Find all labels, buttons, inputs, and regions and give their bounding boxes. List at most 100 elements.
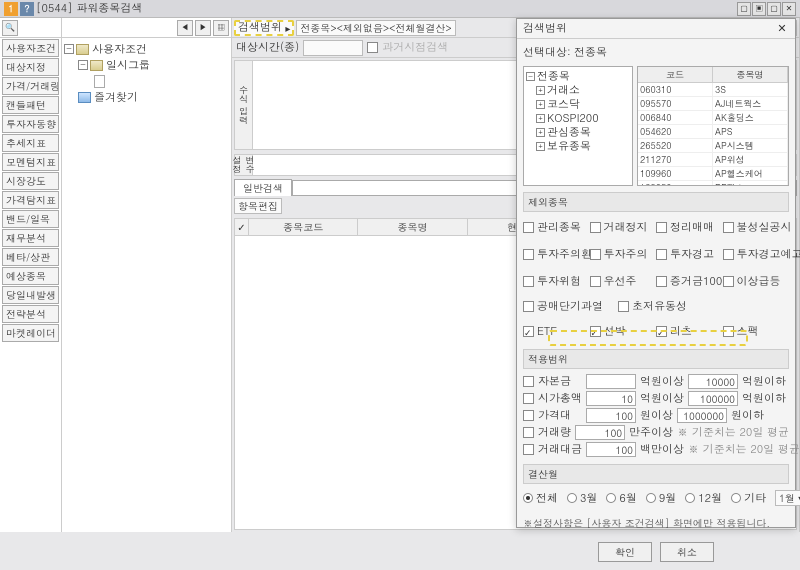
expand-icon[interactable]: + <box>536 86 545 95</box>
checkbox[interactable] <box>723 222 734 233</box>
time-value[interactable] <box>303 40 363 56</box>
search-icon[interactable]: 🔍 <box>2 20 18 36</box>
category-7[interactable]: 시장강도 <box>2 172 59 190</box>
radio[interactable] <box>731 493 741 503</box>
radio[interactable] <box>523 493 533 503</box>
value-input[interactable] <box>575 425 625 440</box>
collapse-icon[interactable]: − <box>78 60 88 70</box>
category-11[interactable]: 베타/상관 <box>2 248 59 266</box>
win-btn-3[interactable]: ▢ <box>767 2 781 16</box>
checkbox[interactable] <box>590 222 601 233</box>
checkbox[interactable] <box>590 249 601 260</box>
stock-row[interactable]: 006840AK홀딩스 <box>638 111 788 125</box>
category-13[interactable]: 당일내발생 <box>2 286 59 304</box>
past-check[interactable] <box>367 42 378 53</box>
tree-root[interactable]: − 사용자조건 <box>64 41 229 57</box>
category-12[interactable]: 예상종목 <box>2 267 59 285</box>
stock-row[interactable]: 095570AJ네트웍스 <box>638 97 788 111</box>
month-dropdown[interactable]: 1월 ▾ <box>775 490 800 506</box>
target-tree-item[interactable]: −전종목 <box>526 69 630 83</box>
checkbox[interactable] <box>523 326 534 337</box>
value-input[interactable] <box>586 408 636 423</box>
radio[interactable] <box>567 493 577 503</box>
category-4[interactable]: 투자자동향 <box>2 115 59 133</box>
expand-icon[interactable]: − <box>526 72 535 81</box>
cancel-button[interactable]: 취소 <box>660 542 714 562</box>
checkbox[interactable] <box>590 326 601 337</box>
column-header[interactable]: 종목명 <box>358 219 467 235</box>
expand-icon[interactable]: + <box>536 128 545 137</box>
cube-icon[interactable]: ▦ <box>213 20 229 36</box>
radio[interactable] <box>646 493 656 503</box>
target-tree-item[interactable]: +보유종목 <box>526 139 630 153</box>
checkbox[interactable] <box>523 376 534 387</box>
radio[interactable] <box>606 493 616 503</box>
win-btn-2[interactable]: ▣ <box>752 2 766 16</box>
stock-row[interactable]: 211270AP위성 <box>638 153 788 167</box>
checkbox[interactable] <box>523 222 534 233</box>
value-input[interactable] <box>677 408 727 423</box>
collapse-icon[interactable]: − <box>64 44 74 54</box>
tree-group[interactable]: − 일시그룹 <box>64 57 229 73</box>
checkbox[interactable] <box>523 444 534 455</box>
checkbox[interactable] <box>656 326 667 337</box>
checkbox[interactable] <box>523 301 534 312</box>
category-15[interactable]: 마켓레이더 <box>2 324 59 342</box>
checkbox[interactable] <box>523 276 534 287</box>
tab-general[interactable]: 일반검색 <box>234 179 292 196</box>
expand-icon[interactable]: + <box>536 100 545 109</box>
value-input[interactable] <box>688 391 738 406</box>
category-9[interactable]: 밴드/일목 <box>2 210 59 228</box>
target-tree-item[interactable]: +거래소 <box>526 83 630 97</box>
target-tree-item[interactable]: +코스닥 <box>526 97 630 111</box>
nav-fwd-icon[interactable]: ▶ <box>195 20 211 36</box>
column-header[interactable]: 종목코드 <box>249 219 358 235</box>
formula-side-2[interactable]: 변수 설정 <box>235 155 253 175</box>
expand-icon[interactable]: + <box>536 114 545 123</box>
checkbox[interactable] <box>656 222 667 233</box>
category-5[interactable]: 추세지표 <box>2 134 59 152</box>
checkbox[interactable] <box>523 427 534 438</box>
checkbox[interactable] <box>523 249 534 260</box>
value-input[interactable] <box>586 442 636 457</box>
edit-columns-btn[interactable]: 항목편집 <box>234 198 282 214</box>
category-8[interactable]: 가격탐지표 <box>2 191 59 209</box>
value-input[interactable] <box>688 374 738 389</box>
checkbox[interactable] <box>590 276 601 287</box>
stock-row[interactable]: 139050BF랩스 <box>638 181 788 185</box>
radio[interactable] <box>685 493 695 503</box>
stock-grid[interactable]: 코드 종목명 0603103S095570AJ네트웍스006840AK홀딩스05… <box>637 66 789 186</box>
checkbox[interactable] <box>523 393 534 404</box>
category-10[interactable]: 재무분석 <box>2 229 59 247</box>
formula-side-1[interactable]: 수식 입력 <box>235 61 253 149</box>
expand-icon[interactable]: + <box>536 142 545 151</box>
win-btn-1[interactable]: ▢ <box>737 2 751 16</box>
target-tree-item[interactable]: +관심종목 <box>526 125 630 139</box>
category-6[interactable]: 모멘텀지표 <box>2 153 59 171</box>
stock-row[interactable]: 265520AP시스템 <box>638 139 788 153</box>
value-input[interactable] <box>586 374 636 389</box>
stock-row[interactable]: 054620APS <box>638 125 788 139</box>
checkbox[interactable] <box>723 326 734 337</box>
category-0[interactable]: 사용자조건 <box>2 39 59 57</box>
tree-favorites[interactable]: 즐겨찾기 <box>64 89 229 105</box>
category-14[interactable]: 전략분석 <box>2 305 59 323</box>
target-tree-item[interactable]: +KOSPI200 <box>526 111 630 125</box>
category-3[interactable]: 캔들패턴 <box>2 96 59 114</box>
search-range-btn[interactable]: 검색범위 ▸ <box>234 20 294 36</box>
tree-item[interactable] <box>64 73 229 89</box>
close-icon[interactable]: ✕ <box>775 22 789 36</box>
checkbox[interactable] <box>656 249 667 260</box>
checkbox[interactable] <box>656 276 667 287</box>
win-btn-close[interactable]: ✕ <box>782 2 796 16</box>
checkbox[interactable] <box>723 249 734 260</box>
category-1[interactable]: 대상지정 <box>2 58 59 76</box>
checkbox[interactable] <box>723 276 734 287</box>
stock-row[interactable]: 0603103S <box>638 83 788 97</box>
nav-back-icon[interactable]: ◀ <box>177 20 193 36</box>
checkbox[interactable] <box>523 410 534 421</box>
category-2[interactable]: 가격/거래량 <box>2 77 59 95</box>
value-input[interactable] <box>586 391 636 406</box>
stock-row[interactable]: 109960AP헬스케어 <box>638 167 788 181</box>
checkbox[interactable] <box>618 301 629 312</box>
